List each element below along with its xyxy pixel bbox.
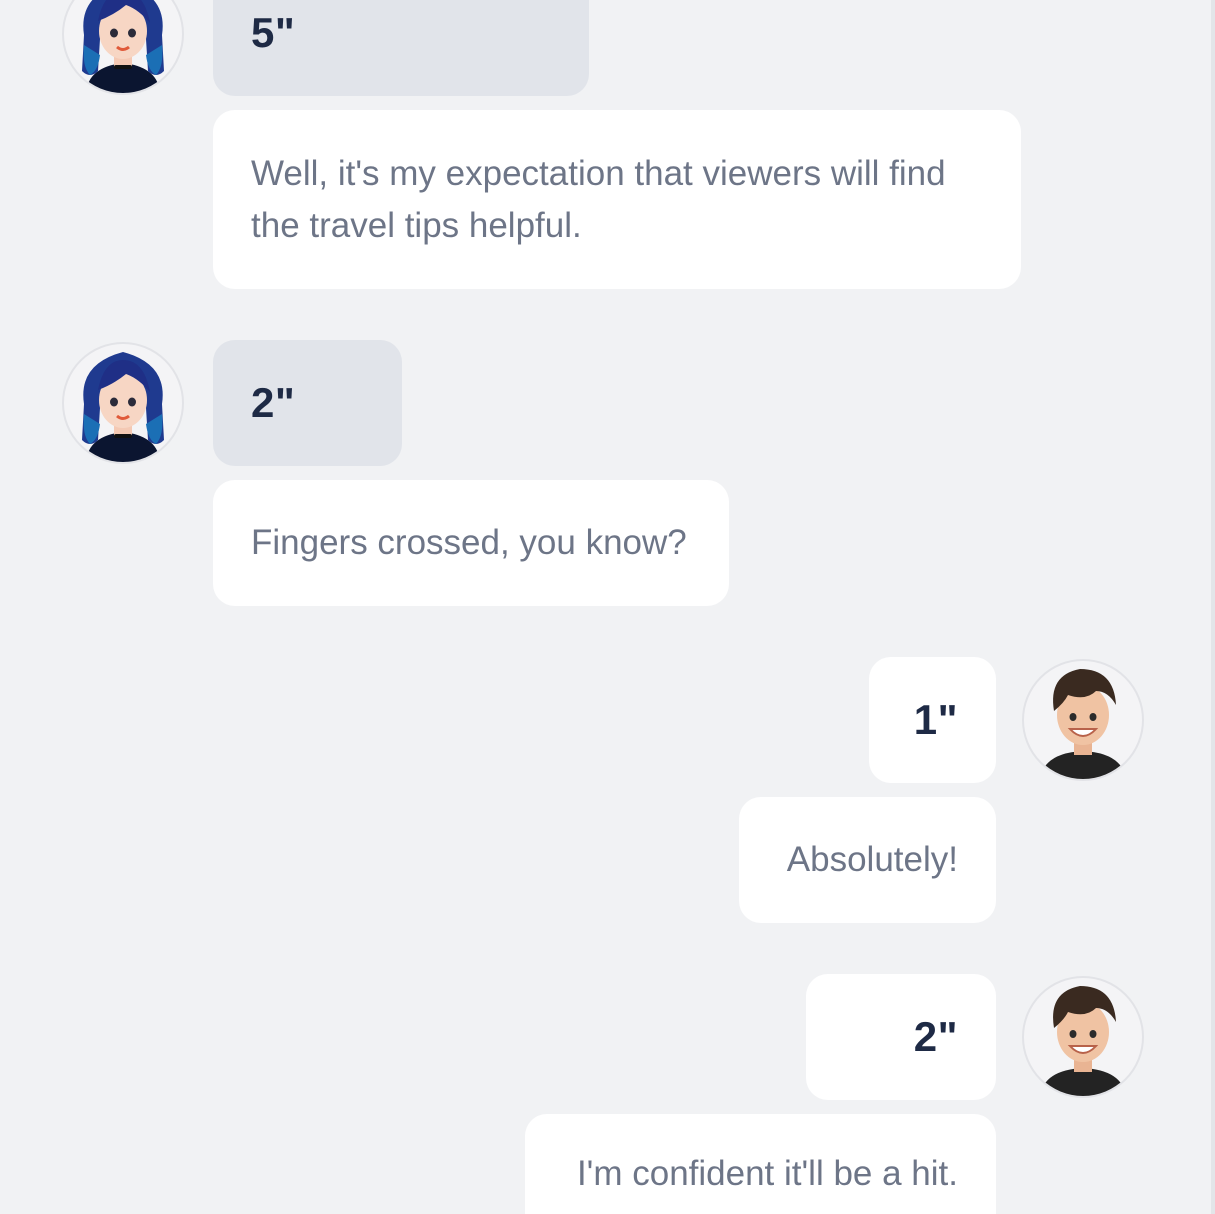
message-text: I'm confident it'll be a hit. bbox=[576, 1154, 958, 1193]
message-bubble: Well, it's my expectation that viewers w… bbox=[213, 110, 1021, 289]
message-text: Fingers crossed, you know? bbox=[251, 523, 687, 562]
female-avatar-icon bbox=[62, 0, 184, 95]
male-avatar-icon bbox=[1022, 659, 1144, 781]
scrollbar-track[interactable] bbox=[1211, 0, 1215, 1214]
message-bubble: I'm confident it'll be a hit. bbox=[525, 1114, 996, 1214]
chat-transcript: 5" Well, it's my expectation that viewer… bbox=[0, 0, 1215, 1214]
message-text: Well, it's my expectation that viewers w… bbox=[251, 153, 946, 245]
male-avatar-icon bbox=[1022, 976, 1144, 1098]
message-bubble: Absolutely! bbox=[739, 797, 996, 923]
duration-label: 2" bbox=[251, 379, 296, 426]
duration-label: 1" bbox=[913, 696, 958, 743]
voice-duration-badge[interactable]: 5" bbox=[213, 0, 589, 96]
voice-duration-badge[interactable]: 1" bbox=[869, 657, 996, 783]
female-avatar-icon bbox=[62, 342, 184, 464]
voice-duration-badge[interactable]: 2" bbox=[213, 340, 402, 466]
duration-label: 2" bbox=[913, 1013, 958, 1060]
message-bubble: Fingers crossed, you know? bbox=[213, 480, 729, 606]
duration-label: 5" bbox=[251, 9, 296, 56]
message-text: Absolutely! bbox=[786, 840, 958, 879]
voice-duration-badge[interactable]: 2" bbox=[806, 974, 996, 1100]
